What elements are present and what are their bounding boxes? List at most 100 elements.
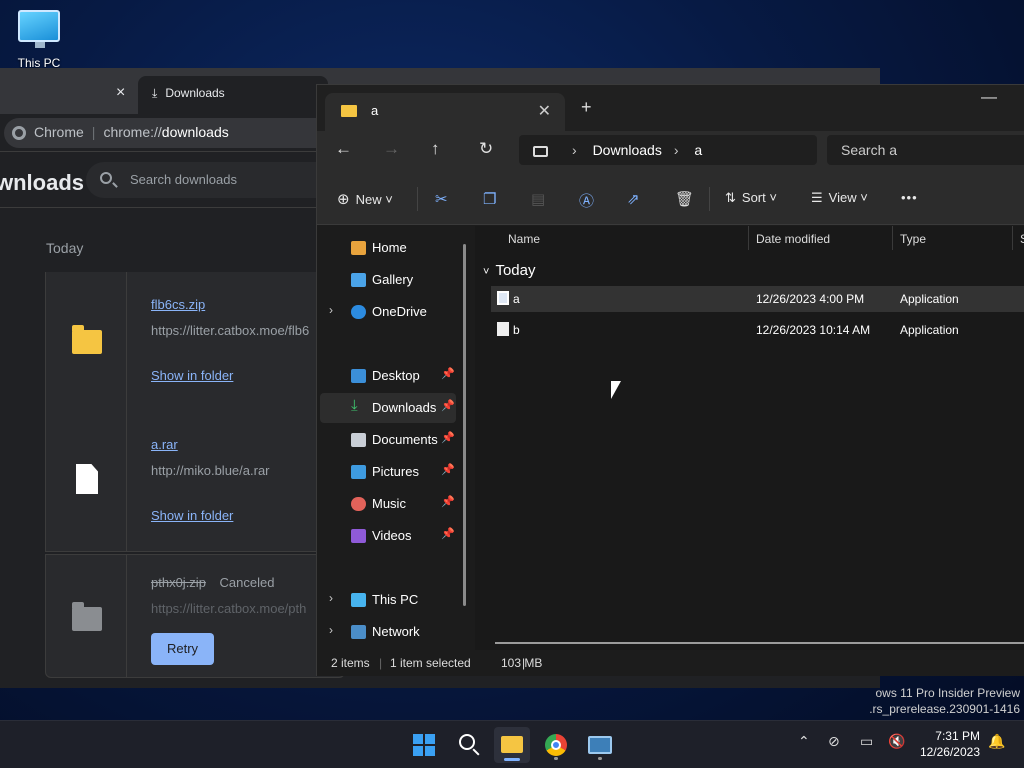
- breadcrumb[interactable]: › Downloads › a: [519, 135, 817, 165]
- more-options-icon[interactable]: •••: [901, 190, 918, 205]
- horizontal-scrollbar[interactable]: [495, 642, 1024, 644]
- expand-chevron-icon[interactable]: ›: [329, 303, 333, 317]
- forward-arrow-icon[interactable]: →: [383, 139, 400, 159]
- chevron-up-icon[interactable]: ⌃: [798, 733, 810, 750]
- nav-label: This PC: [372, 592, 419, 607]
- breadcrumb-item[interactable]: a: [694, 142, 702, 158]
- cut-icon[interactable]: ✂: [435, 190, 448, 208]
- terminal-taskbar-button[interactable]: [582, 727, 618, 763]
- download-url: http://miko.blue/a.rar: [151, 463, 270, 478]
- sidebar-item-videos[interactable]: Videos 📌: [317, 521, 467, 551]
- new-tab-button[interactable]: +: [581, 97, 592, 118]
- column-header-name[interactable]: Name: [508, 232, 540, 246]
- pin-icon: 📌: [441, 464, 455, 476]
- plus-icon: ⊕: [337, 191, 350, 208]
- file-name: b: [513, 323, 520, 337]
- previous-tab-close-icon[interactable]: ×: [116, 84, 125, 102]
- download-url: https://litter.catbox.moe/pth: [151, 601, 307, 616]
- notification-bell-icon[interactable]: 🔔: [988, 733, 1005, 750]
- paste-icon[interactable]: ▤: [531, 190, 545, 208]
- sidebar-item-documents[interactable]: Documents 📌: [317, 425, 467, 455]
- table-row[interactable]: a 12/26/2023 4:00 PM Application: [491, 286, 1024, 312]
- search-input[interactable]: Search a: [827, 135, 1024, 165]
- download-file-link[interactable]: flb6cs.zip: [151, 297, 205, 312]
- date: 12/26/2023: [919, 745, 980, 759]
- retry-button[interactable]: Retry: [151, 633, 214, 665]
- sort-label: Sort: [741, 190, 766, 205]
- copy-icon[interactable]: ❐: [483, 190, 496, 208]
- show-in-folder-link[interactable]: Show in folder: [151, 508, 233, 523]
- gallery-icon: [351, 273, 366, 287]
- file-type: Application: [900, 323, 959, 337]
- minimize-icon[interactable]: —: [981, 89, 997, 107]
- expand-chevron-icon[interactable]: ›: [329, 623, 333, 637]
- download-item: a.rar http://miko.blue/a.rar Show in fol…: [45, 412, 345, 552]
- sidebar-item-music[interactable]: Music 📌: [317, 489, 467, 519]
- file-name: a: [513, 292, 520, 306]
- cloud-icon: [351, 305, 366, 319]
- chrome-taskbar-button[interactable]: [538, 727, 574, 763]
- date-group-label: Today: [46, 240, 84, 256]
- start-button[interactable]: [406, 727, 442, 763]
- sidebar-item-onedrive[interactable]: › OneDrive: [317, 297, 467, 327]
- network-icon: [351, 625, 366, 639]
- download-icon: ⤓: [152, 86, 158, 100]
- pc-icon: [533, 145, 548, 157]
- column-header-type[interactable]: Type: [900, 232, 926, 246]
- videos-icon: [351, 529, 366, 543]
- sort-button[interactable]: ⇅ Sort ˅: [725, 190, 777, 206]
- clock[interactable]: 7:31 PM 12/26/2023: [920, 728, 980, 760]
- page-title: wnloads: [0, 170, 85, 195]
- sidebar-item-home[interactable]: Home: [317, 233, 467, 263]
- view-button[interactable]: ☰ View ˅: [811, 190, 868, 206]
- network-off-icon[interactable]: ⊘: [828, 733, 840, 750]
- folder-icon: [501, 736, 523, 753]
- search-icon: [459, 734, 475, 750]
- up-arrow-icon[interactable]: ↑: [431, 139, 440, 159]
- file-icon: [76, 464, 98, 494]
- sidebar-item-downloads[interactable]: ⤓ Downloads 📌: [320, 393, 456, 423]
- breadcrumb-item[interactable]: Downloads: [593, 142, 662, 158]
- tab-downloads[interactable]: ⤓ Downloads: [138, 76, 328, 114]
- pin-icon: 📌: [441, 368, 455, 380]
- search-button[interactable]: [450, 727, 486, 763]
- sidebar-item-network[interactable]: › Network: [317, 617, 467, 647]
- refresh-icon[interactable]: ↻: [479, 139, 493, 159]
- sidebar-item-gallery[interactable]: Gallery: [317, 265, 467, 295]
- sidebar-item-this-pc[interactable]: › This PC: [317, 585, 467, 615]
- new-label: New: [355, 192, 382, 207]
- nav-label: Documents: [372, 432, 438, 447]
- group-header[interactable]: ˅ Today: [483, 262, 535, 279]
- tab-a[interactable]: a ✕: [325, 93, 565, 131]
- group-label: Today: [495, 262, 536, 279]
- view-label: View: [828, 190, 857, 205]
- delete-icon[interactable]: 🗑: [675, 190, 694, 208]
- column-header-date[interactable]: Date modified: [756, 232, 830, 246]
- download-item: pthx0j.zip Canceled https://litter.catbo…: [45, 554, 345, 678]
- sidebar-item-desktop[interactable]: Desktop 📌: [317, 361, 467, 391]
- music-icon: [351, 497, 366, 511]
- desktop-icon-this-pc[interactable]: This PC: [14, 10, 64, 70]
- table-row[interactable]: b 12/26/2023 10:14 AM Application: [491, 317, 1024, 343]
- new-button[interactable]: ⊕ New ˅: [337, 190, 393, 208]
- omnibox-url-page: downloads: [161, 124, 229, 140]
- volume-muted-icon[interactable]: 🔇: [888, 733, 905, 750]
- monitor-icon: [18, 10, 60, 48]
- sidebar-item-pictures[interactable]: Pictures 📌: [317, 457, 467, 487]
- file-list: Name Date modified Type S ˅ Today a 12/26…: [475, 226, 1024, 650]
- download-file-link[interactable]: a.rar: [151, 437, 178, 452]
- pictures-icon: [351, 465, 366, 479]
- nav-label: Videos: [372, 528, 412, 543]
- column-header-size[interactable]: S: [1020, 232, 1024, 246]
- share-icon[interactable]: ⇗: [627, 190, 640, 208]
- back-arrow-icon[interactable]: ←: [335, 139, 352, 159]
- nav-scrollbar[interactable]: [463, 244, 466, 606]
- show-in-folder-link[interactable]: Show in folder: [151, 368, 233, 383]
- display-icon[interactable]: ▭: [860, 733, 873, 750]
- close-tab-icon[interactable]: ✕: [538, 101, 551, 121]
- rename-icon[interactable]: Ⓐ: [579, 190, 594, 211]
- selection-info: 1 item selected: [390, 656, 471, 670]
- omnibox-url-prefix: chrome://: [103, 124, 162, 140]
- expand-chevron-icon[interactable]: ›: [329, 591, 333, 605]
- file-explorer-taskbar-button[interactable]: [494, 727, 530, 763]
